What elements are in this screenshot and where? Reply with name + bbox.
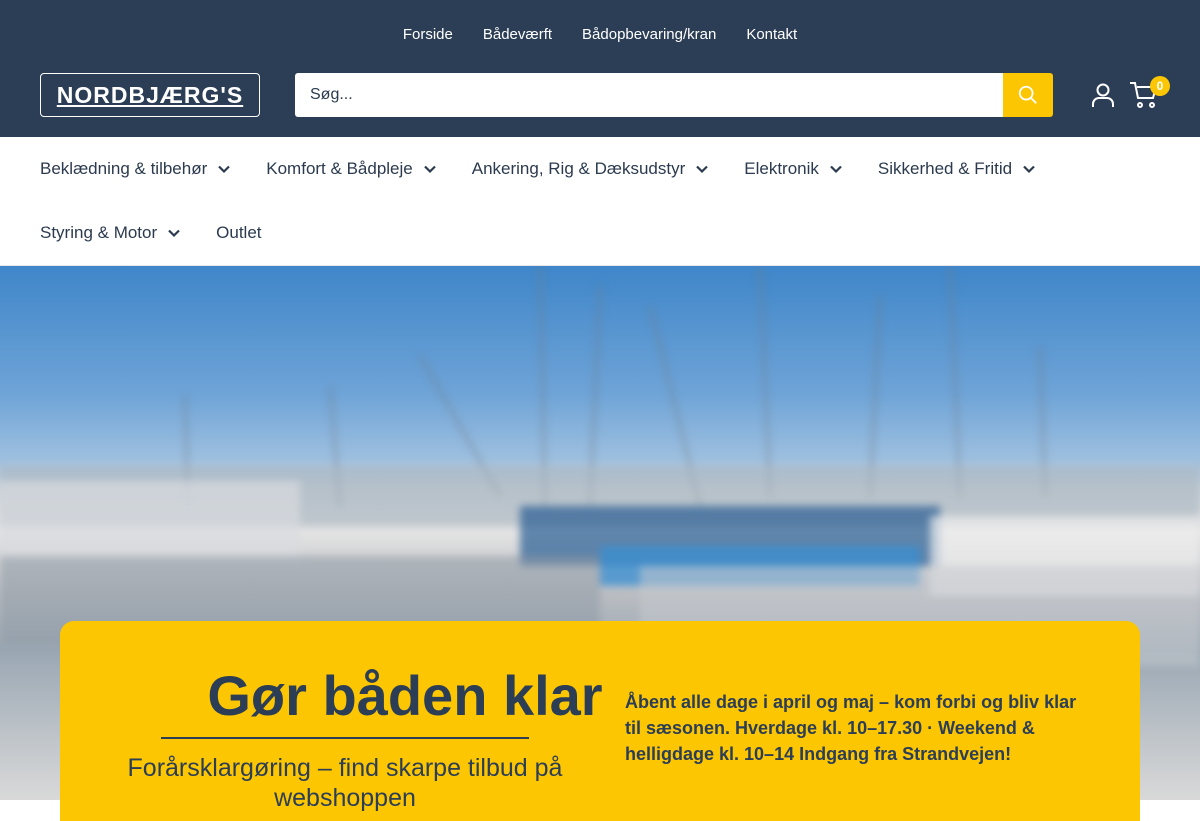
chevron-down-icon: [218, 165, 231, 174]
site-logo[interactable]: NORDBJÆRG'S: [40, 73, 260, 117]
promo-subtitle: Forårsklargøring – find skarpe tilbud på…: [127, 754, 563, 812]
logo-text: NORDBJÆRG'S: [56, 81, 244, 108]
search-bar: [295, 73, 1053, 117]
utility-nav: Forside Bådeværft Bådopbevaring/kran Kon…: [0, 24, 1200, 46]
util-nav-kontakt[interactable]: Kontakt: [746, 24, 797, 46]
chevron-down-icon: [696, 165, 709, 174]
nav-item-styring[interactable]: Styring & Motor: [40, 221, 181, 245]
util-nav-baadopbevaring[interactable]: Bådopbevaring/kran: [582, 24, 716, 46]
user-icon: [1092, 83, 1114, 107]
nav-item-komfort[interactable]: Komfort & Bådpleje: [266, 157, 436, 181]
nav-item-beklaedning[interactable]: Beklædning & tilbehør: [40, 157, 231, 181]
search-icon: [1018, 85, 1037, 104]
nav-item-elektronik[interactable]: Elektronik: [744, 157, 843, 181]
account-button[interactable]: [1091, 82, 1115, 108]
chevron-down-icon: [830, 165, 842, 174]
nav-item-label: Outlet: [216, 223, 262, 242]
chevron-down-icon: [168, 229, 180, 238]
promo-opening-hours: Åbent alle dage i april og maj – kom for…: [625, 692, 1077, 764]
util-nav-baadevaerft[interactable]: Bådeværft: [483, 24, 552, 46]
nav-item-label: Elektronik: [744, 159, 819, 178]
site-header: Forside Bådeværft Bådopbevaring/kran Kon…: [0, 0, 1200, 137]
nav-item-label: Komfort & Bådpleje: [266, 159, 413, 178]
nav-item-label: Beklædning & tilbehør: [40, 159, 208, 178]
promo-box: Gør båden klar Forårsklargøring – find s…: [60, 621, 1140, 821]
cart-count-badge: 0: [1150, 76, 1170, 96]
nav-item-label: Sikkerhed & Fritid: [877, 159, 1013, 178]
search-button[interactable]: [1003, 73, 1053, 117]
chevron-down-icon: [1023, 165, 1035, 174]
main-nav: Beklædning & tilbehør Komfort & Bådpleje…: [0, 137, 1200, 266]
util-nav-forside[interactable]: Forside: [403, 24, 453, 46]
search-input[interactable]: [295, 73, 1003, 117]
nav-item-outlet[interactable]: Outlet: [216, 221, 261, 245]
chevron-down-icon: [423, 165, 436, 174]
nav-item-label: Ankering, Rig & Dæksudstyr: [471, 159, 686, 178]
nav-item-sikkerhed[interactable]: Sikkerhed & Fritid: [878, 157, 1036, 181]
nav-item-label: Styring & Motor: [40, 223, 158, 242]
nav-item-ankering[interactable]: Ankering, Rig & Dæksudstyr: [472, 157, 710, 181]
promo-divider: [161, 737, 529, 739]
